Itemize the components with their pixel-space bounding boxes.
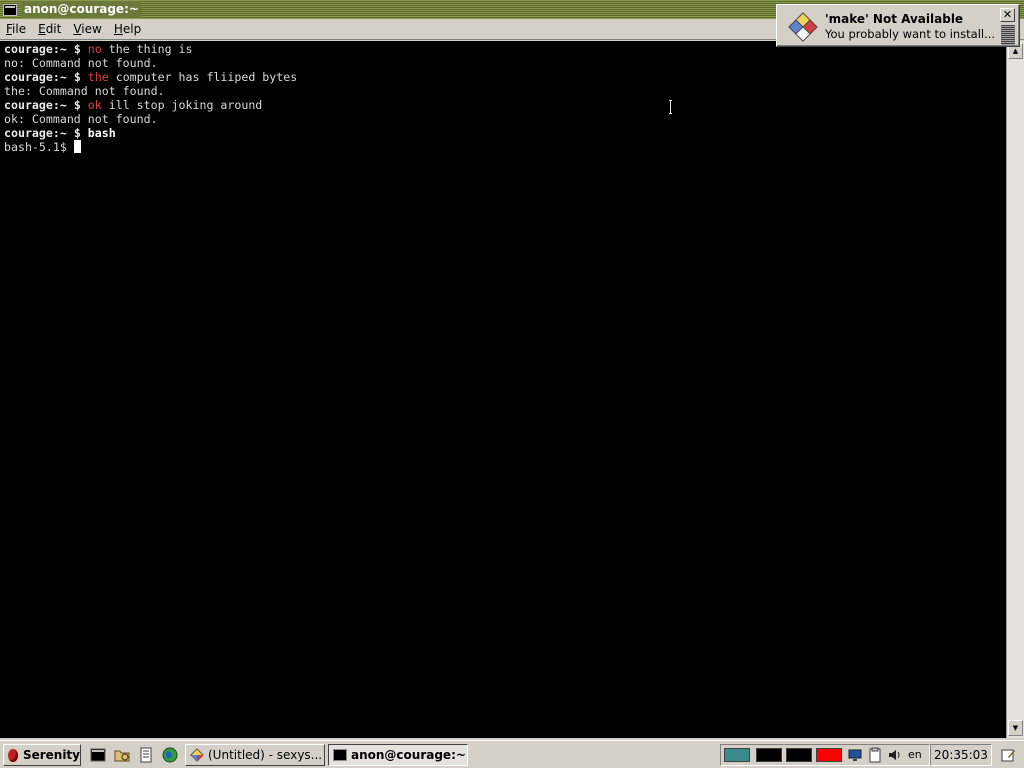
window-title: anon@courage:~: [21, 1, 142, 18]
text-cursor: [73, 140, 81, 153]
terminal-view[interactable]: courage:~ $ no the thing is no: Command n…: [0, 41, 1006, 738]
package-diamond-icon: [788, 12, 818, 42]
terminal-line: courage:~ $ the computer has fliiped byt…: [4, 70, 1002, 84]
browser-icon[interactable]: [162, 747, 178, 763]
scroll-down-button[interactable]: ▼: [1008, 720, 1023, 736]
clock[interactable]: 20:35:03: [930, 744, 992, 766]
desktop-switcher-4[interactable]: [816, 748, 842, 762]
menu-label-rest: iew: [81, 22, 102, 36]
desktop-switcher-3[interactable]: [786, 748, 812, 762]
system-tray: en: [720, 744, 930, 766]
task-button-untitled[interactable]: (Untitled) - sexys...: [185, 744, 325, 766]
terminal-scrollbar[interactable]: ▲ ▼: [1006, 41, 1024, 738]
menu-item[interactable]: View: [67, 19, 107, 39]
keyboard-language[interactable]: en: [908, 748, 922, 761]
file-manager-icon[interactable]: [114, 747, 130, 763]
start-button[interactable]: Serenity: [3, 744, 81, 766]
output-text: bash-5.1$: [4, 140, 74, 154]
start-label: Serenity: [22, 748, 80, 762]
menu-label-rest: elp: [122, 22, 142, 36]
terminal-line: no: Command not found.: [4, 56, 1002, 70]
menu-mnemonic: E: [38, 22, 46, 36]
terminal-window-icon: [3, 3, 17, 16]
menu-item[interactable]: Edit: [32, 19, 67, 39]
text-editor-icon[interactable]: [138, 747, 154, 763]
taskbar: Serenity (Untitled) - sexys... anon@cour…: [0, 740, 1024, 768]
task-button-terminal[interactable]: anon@courage:~: [328, 744, 468, 766]
prompt-host: courage: [4, 126, 53, 140]
terminal-line: the: Command not found.: [4, 84, 1002, 98]
notification-close-button[interactable]: ✕: [1000, 8, 1015, 22]
command-name: bash: [87, 126, 116, 140]
terminal-line: bash-5.1$: [4, 140, 1002, 154]
task-label: (Untitled) - sexys...: [208, 748, 323, 762]
terminal-icon[interactable]: [90, 747, 106, 763]
menu-label-rest: ile: [12, 22, 27, 36]
notification-title: 'make' Not Available: [825, 12, 964, 26]
output-text: ok: Command not found.: [4, 112, 158, 126]
prompt-separator: :~ $: [52, 42, 88, 56]
notification-grip: [1001, 25, 1015, 45]
diamond-icon: [190, 748, 204, 762]
prompt-host: courage: [4, 98, 53, 112]
task-label: anon@courage:~: [351, 748, 466, 762]
terminal-line: courage:~ $ ok ill stop joking around: [4, 98, 1002, 112]
output-text: the: Command not found.: [4, 84, 165, 98]
prompt-separator: :~ $: [52, 70, 88, 84]
prompt-separator: :~ $: [52, 126, 88, 140]
command-args: the thing is: [101, 42, 193, 56]
prompt-host: courage: [4, 42, 53, 56]
prompt-separator: :~ $: [52, 98, 88, 112]
menu-item[interactable]: Help: [108, 19, 147, 39]
command-args: ill stop joking around: [101, 98, 263, 112]
desktop-switcher-2[interactable]: [756, 748, 782, 762]
prompt-host: courage: [4, 70, 53, 84]
clipboard-icon[interactable]: [867, 747, 883, 763]
notification-popup[interactable]: 'make' Not Available You probably want t…: [776, 4, 1020, 47]
notes-icon[interactable]: [1000, 747, 1016, 763]
serenity-logo-icon: [8, 748, 18, 762]
volume-icon[interactable]: [887, 747, 903, 763]
notification-body: You probably want to install...: [825, 27, 996, 41]
command-name: no: [87, 42, 102, 56]
network-icon[interactable]: [847, 747, 863, 763]
terminal-line: courage:~ $ bash: [4, 126, 1002, 140]
ibeam-cursor-icon: [669, 100, 672, 114]
command-args: computer has fliiped bytes: [108, 70, 298, 84]
command-name: ok: [87, 98, 102, 112]
menu-item[interactable]: File: [0, 19, 32, 39]
terminal-line: ok: Command not found.: [4, 112, 1002, 126]
menu-mnemonic: H: [113, 22, 123, 36]
terminal-icon: [333, 749, 347, 761]
command-name: the: [87, 70, 109, 84]
desktop-switcher-1[interactable]: [724, 748, 750, 762]
menu-label-rest: dit: [45, 22, 62, 36]
output-text: no: Command not found.: [4, 56, 158, 70]
